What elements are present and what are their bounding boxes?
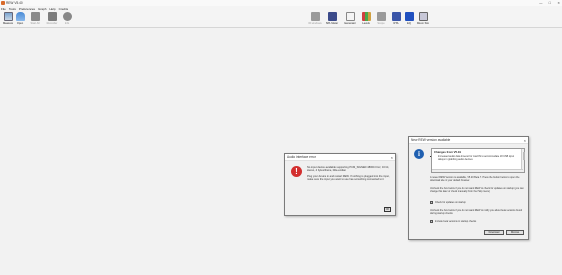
close-button[interactable]: ✕: [557, 1, 560, 5]
dialog-title: New REW version available: [411, 138, 451, 142]
beta-notify-text: Uncheck the box below if you do not want…: [430, 209, 523, 215]
include-beta-label: Include beta versions in startup checks: [435, 220, 477, 223]
dialog-title: Audio interface error: [287, 155, 316, 159]
error-message-hint: Plug your device in and restart REW. If …: [307, 174, 390, 182]
dialog-title-bar: New REW version available ×: [409, 137, 528, 144]
levels-icon: [361, 12, 371, 21]
checkbox-checked-icon: ✓: [430, 220, 434, 223]
check-updates-label: Check for updates on startup: [435, 201, 466, 204]
error-icon: !: [291, 166, 302, 177]
scope-icon: [376, 12, 386, 21]
ok-button[interactable]: OK: [384, 207, 391, 212]
error-message: No input device available supporting PCM…: [307, 166, 393, 184]
info-button[interactable]: Info: [59, 12, 75, 27]
window-controls: — ☐ ✕: [539, 1, 560, 5]
checkbox-checked-icon: ✓: [430, 201, 434, 204]
new-version-dialog: New REW version available × i Changes fr…: [408, 136, 529, 240]
include-beta-checkbox[interactable]: ✓ Include beta versions in startup check…: [430, 220, 476, 223]
eq-icon: [404, 12, 414, 21]
menu-file[interactable]: File: [1, 7, 6, 11]
recorder-button[interactable]: Recorder: [44, 12, 60, 27]
list-item: Increased audio data timeout for macOS t…: [438, 155, 520, 161]
audio-interface-error-dialog: Audio interface error × ! No input devic…: [284, 153, 396, 216]
newer-version-text: A newer REW Version is available, V5.20 …: [430, 176, 520, 182]
dismiss-button[interactable]: Dismiss: [506, 230, 524, 235]
start-icon: [30, 12, 40, 21]
open-folder-icon: [15, 12, 25, 21]
start-all-button[interactable]: Start All: [27, 12, 43, 27]
scope-button[interactable]: Scope: [373, 12, 389, 27]
menu-help[interactable]: Help: [49, 7, 55, 11]
ir-windows-button[interactable]: IR windows: [307, 12, 323, 27]
close-icon[interactable]: ×: [391, 155, 393, 160]
changes-panel[interactable]: Changes from V5.19 Increased audio data …: [431, 148, 525, 173]
dialog-title-bar: Audio interface error ×: [285, 154, 395, 161]
spl-meter-icon: [327, 12, 337, 21]
generator-icon: [345, 12, 355, 21]
window-title: REW V5.40: [6, 1, 23, 5]
levels-button[interactable]: Levels: [358, 12, 374, 27]
spl-meter-button[interactable]: SPL Meter: [324, 12, 340, 27]
room-sim-icon: [418, 12, 428, 21]
menu-credits[interactable]: Credits: [59, 7, 69, 11]
menu-tools[interactable]: Tools: [9, 7, 16, 11]
info-icon: [62, 12, 72, 21]
horizontal-scrollbar[interactable]: [432, 169, 523, 172]
check-updates-checkbox[interactable]: ✓ Check for updates on startup: [430, 201, 466, 204]
changes-list: Increased audio data timeout for macOS t…: [438, 155, 520, 161]
ir-windows-icon: [310, 12, 320, 21]
info-icon: i: [414, 149, 424, 159]
startup-check-text: Uncheck the box below if you do not want…: [430, 187, 524, 193]
scroll-thumb[interactable]: [522, 152, 525, 160]
recorder-icon: [47, 12, 57, 21]
error-message-line: No input device available supporting PCM…: [307, 166, 390, 173]
toolbar: Measure Open Start All Recorder Info IR …: [0, 11, 562, 28]
maximize-button[interactable]: ☐: [548, 1, 551, 5]
close-icon[interactable]: ×: [524, 138, 526, 143]
menu-preferences[interactable]: Preferences: [19, 7, 35, 11]
changes-title: Changes from V5.19: [434, 150, 461, 154]
room-sim-button[interactable]: Room Sim: [415, 12, 431, 27]
menu-graph[interactable]: Graph: [38, 7, 46, 11]
download-button[interactable]: Download: [484, 230, 504, 235]
rta-icon: [391, 12, 401, 21]
generator-button[interactable]: Generator: [342, 12, 358, 27]
minimize-button[interactable]: —: [539, 1, 542, 5]
open-button[interactable]: Open: [12, 12, 28, 27]
app-logo-icon: [1, 1, 5, 5]
